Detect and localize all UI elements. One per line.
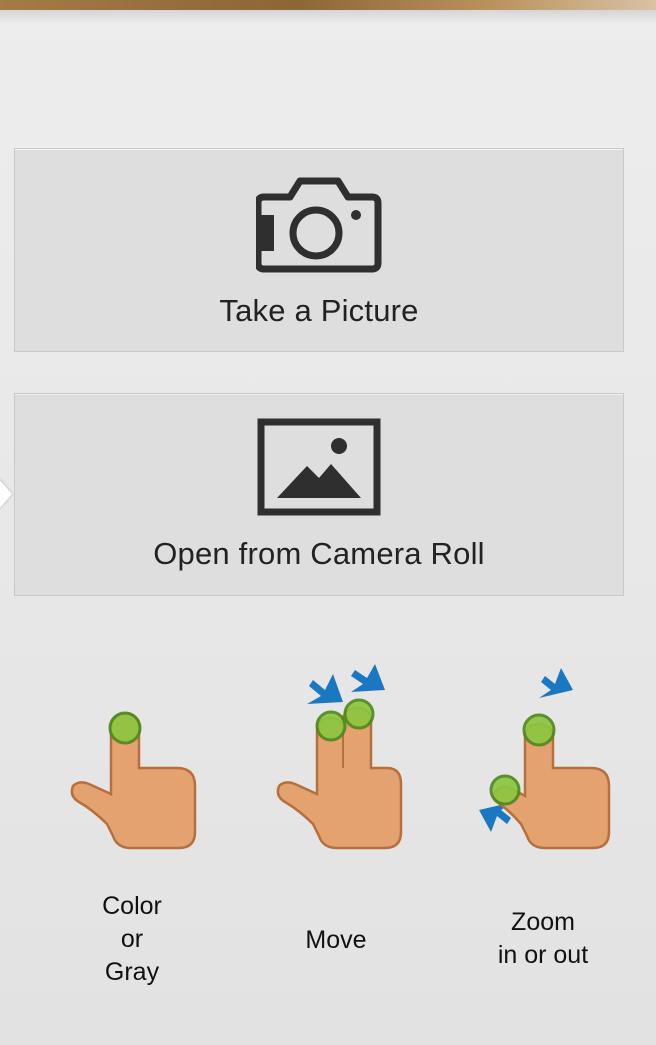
top-shadow [0, 10, 656, 24]
open-camera-roll-button[interactable]: Open from Camera Roll [14, 393, 624, 596]
pinch-zoom-icon [440, 660, 640, 860]
gesture-color-or-gray [28, 660, 228, 860]
gesture-color-line: Gray [104, 958, 160, 986]
gesture-color-line: or [120, 925, 144, 953]
popover-arrow [0, 478, 12, 510]
gesture-zoom [440, 660, 640, 860]
gesture-move-line: Move [305, 926, 367, 954]
open-camera-roll-label: Open from Camera Roll [153, 536, 485, 571]
gesture-color-line: Color [102, 892, 162, 920]
top-wood-strip [0, 0, 656, 10]
gesture-zoom-line: in or out [497, 941, 589, 969]
gesture-move [234, 660, 434, 860]
take-picture-label: Take a Picture [219, 293, 419, 328]
gesture-move-label: Move [236, 924, 436, 957]
one-finger-tap-icon [28, 660, 228, 860]
gesture-color-label: Color or Gray [32, 890, 232, 989]
photo-icon [257, 418, 381, 521]
camera-icon [254, 175, 382, 278]
gesture-zoom-label: Zoom in or out [443, 906, 643, 972]
two-finger-move-icon [234, 660, 434, 860]
take-picture-button[interactable]: Take a Picture [14, 148, 624, 352]
gesture-zoom-line: Zoom [511, 908, 575, 936]
